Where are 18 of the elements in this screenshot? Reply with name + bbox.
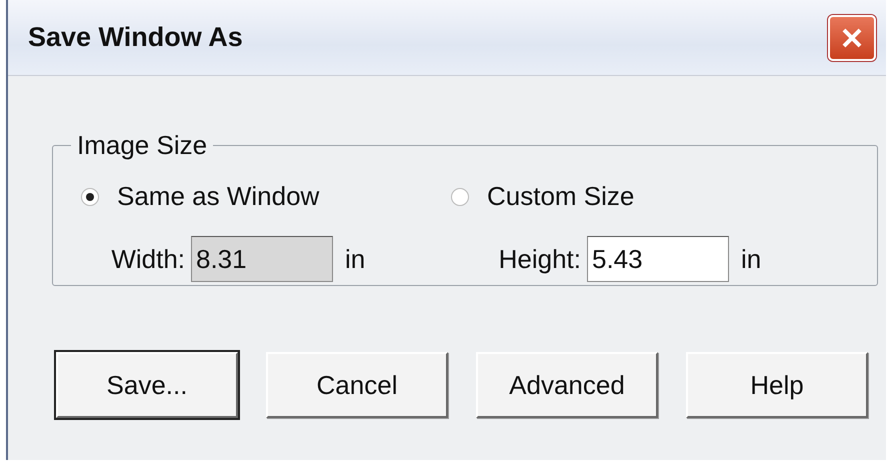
close-button[interactable]	[828, 14, 876, 60]
input-field[interactable]: 5.43	[587, 236, 729, 282]
dialog-button[interactable]: Save...	[56, 352, 238, 418]
radio-button[interactable]	[81, 188, 99, 206]
window-title: Save Window As	[28, 22, 243, 53]
radio-button[interactable]	[451, 188, 469, 206]
dialog-button[interactable]: Cancel	[266, 352, 448, 418]
radio-label[interactable]: Custom Size	[487, 181, 634, 212]
dialog-button[interactable]: Help	[686, 352, 868, 418]
unit-label: in	[741, 244, 762, 274]
group-label: Image Size	[76, 130, 208, 161]
close-icon	[840, 26, 864, 50]
dialog-button[interactable]: Advanced	[476, 352, 658, 418]
radio-label[interactable]: Same as Window	[117, 181, 320, 212]
input-field[interactable]: 8.31	[191, 236, 333, 282]
field-label: Height:	[498, 244, 582, 274]
unit-label: in	[345, 244, 366, 274]
field-label: Width:	[110, 244, 186, 274]
